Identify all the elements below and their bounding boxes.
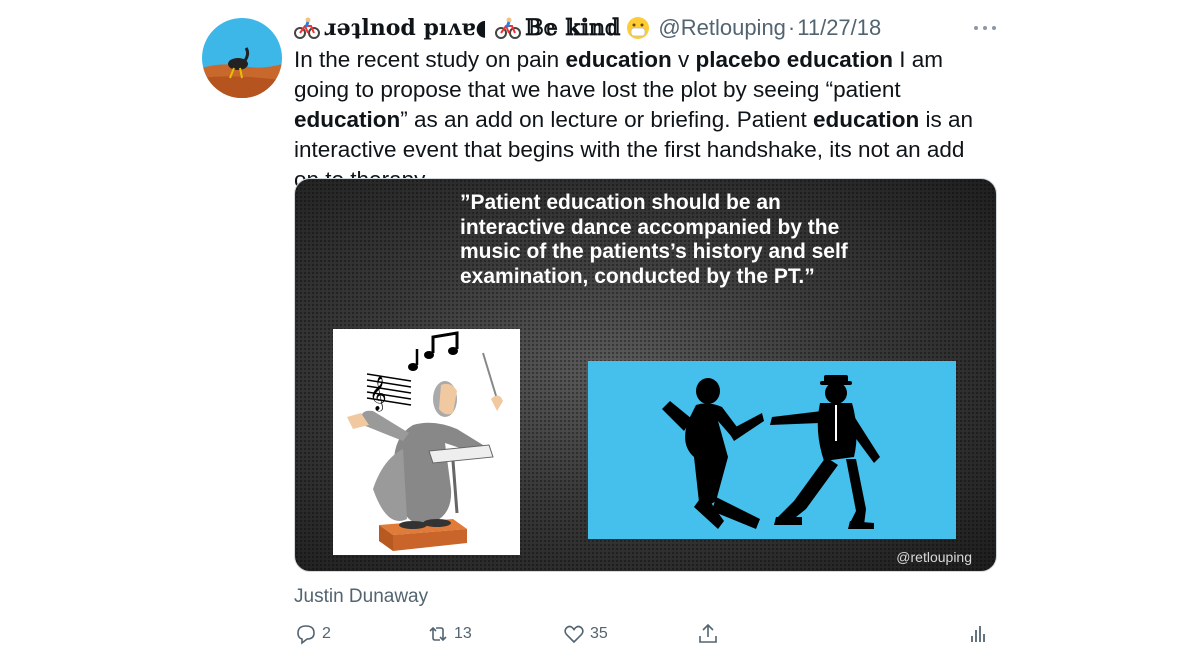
tweet-image[interactable]: ”Patient education should be an interact…	[294, 178, 997, 572]
avatar[interactable]	[202, 18, 282, 98]
retweet-count: 13	[454, 625, 472, 642]
bicycle-icon	[294, 17, 320, 39]
separator-dot: ·	[787, 15, 796, 40]
text-segment: v	[671, 47, 696, 72]
text-highlight: education	[565, 47, 672, 72]
share-icon	[699, 623, 717, 643]
conductor-illustration: 𝄞	[333, 329, 520, 555]
svg-text:𝄞: 𝄞	[369, 376, 387, 412]
user-handle[interactable]: @Retlouping	[658, 15, 786, 41]
display-name[interactable]: ɹǝʇlnod pıʌɐ◖	[324, 15, 487, 41]
attribution-text[interactable]: Justin Dunaway	[294, 586, 428, 608]
tweet-header: ɹǝʇlnod pıʌɐ◖ 𝔹𝕖 𝕜𝕚𝕟𝕕 @Retlouping · 11/2…	[294, 14, 881, 42]
image-quote: ”Patient education should be an interact…	[460, 191, 848, 288]
reply-button[interactable]: 2	[294, 622, 331, 646]
image-credit: @retlouping	[896, 549, 972, 565]
text-highlight: education	[294, 107, 401, 132]
text-segment: ” as an add on lecture or briefing. Pati…	[400, 107, 814, 132]
bicycle-icon	[495, 17, 522, 39]
tweet-date[interactable]: 11/27/18	[797, 15, 881, 41]
status-text: 𝔹𝕖 𝕜𝕚𝕟𝕕	[525, 15, 621, 41]
reply-count: 2	[322, 625, 331, 642]
like-icon	[564, 625, 584, 644]
tweet-actions: 2 13 35	[294, 622, 994, 650]
reply-icon	[297, 625, 315, 645]
more-icon[interactable]	[968, 18, 1002, 38]
analytics-icon	[971, 626, 985, 642]
retweet-button[interactable]: 13	[426, 622, 472, 646]
tweet-text: In the recent study on pain education v …	[294, 45, 994, 195]
analytics-button[interactable]	[966, 622, 994, 646]
text-highlight: education	[813, 107, 920, 132]
like-button[interactable]: 35	[562, 622, 608, 646]
text-highlight: placebo education	[695, 47, 894, 72]
mask-face-icon	[626, 16, 650, 40]
retweet-icon	[429, 626, 447, 642]
like-count: 35	[590, 625, 608, 642]
text-segment: In the recent study on pain	[294, 47, 566, 72]
dancers-illustration	[588, 361, 956, 539]
share-button[interactable]	[696, 622, 724, 646]
